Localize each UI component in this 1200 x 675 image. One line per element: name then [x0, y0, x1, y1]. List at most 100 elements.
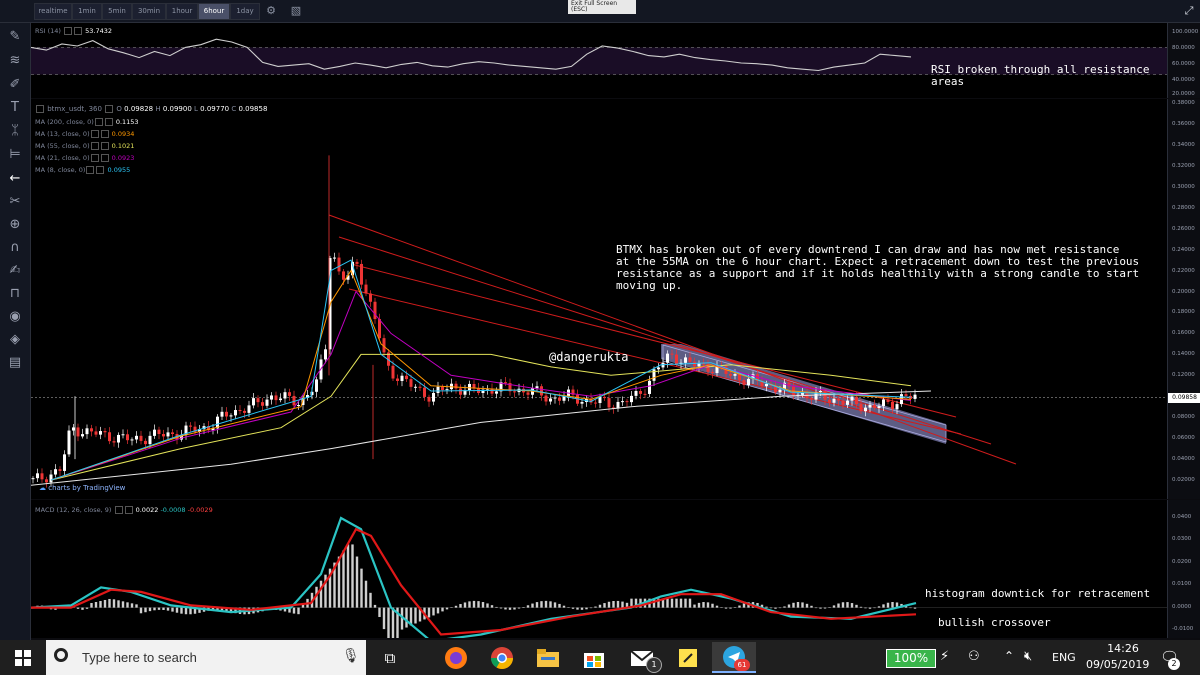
taskbar-file-explorer[interactable]	[526, 642, 570, 673]
candle-body	[40, 473, 44, 480]
file-explorer-icon	[537, 648, 559, 667]
ma-toggle-icon[interactable]	[90, 130, 110, 138]
symbol-settings-icon[interactable]	[36, 105, 44, 113]
clock-time[interactable]: 14:26	[1098, 642, 1148, 655]
candle-body	[535, 386, 539, 389]
macd-close-icon[interactable]	[124, 506, 133, 514]
candle-body	[166, 432, 170, 437]
macd-histogram-bar	[468, 601, 471, 608]
interval-5min[interactable]: 5min	[102, 3, 132, 20]
macd-settings-icon[interactable]	[114, 506, 123, 514]
clock-date[interactable]: 09/05/2019	[1086, 658, 1149, 671]
macd-histogram-bar	[117, 600, 120, 608]
brush-icon[interactable]: ✐	[6, 76, 24, 94]
candle-body	[342, 271, 345, 280]
start-button[interactable]	[0, 642, 46, 673]
text-icon[interactable]: T	[6, 99, 24, 117]
rsi-axis-label: 100.0000	[1172, 29, 1199, 35]
microphone-icon[interactable]: 🎙︎	[342, 648, 360, 664]
magnet-icon[interactable]: ✂	[6, 193, 24, 211]
taskbar-store[interactable]	[572, 642, 616, 673]
rsi-pane[interactable]: RSI (14) 53.7432 RSI broken through all …	[31, 23, 1167, 98]
gear-icon[interactable]: ⚙	[262, 2, 280, 19]
price-axis[interactable]: 0.38000 0.36000 0.34000 0.32000 0.30000 0.280…	[1167, 99, 1200, 499]
candle-body	[364, 284, 368, 294]
macd-histogram-bar	[450, 607, 453, 609]
macd-histogram-bar	[702, 602, 705, 608]
power-plug-icon[interactable]: ⚡	[940, 649, 949, 664]
lock-drawings-icon[interactable]: ✍	[6, 262, 24, 280]
macd-histogram-bar	[526, 605, 530, 608]
task-view-button[interactable]: ⧉	[368, 642, 412, 673]
macd-histogram-bar	[909, 607, 912, 609]
interval-1min[interactable]: 1min	[72, 3, 102, 20]
macd-histogram-bar	[162, 607, 165, 610]
taskbar-sticky-notes[interactable]	[666, 642, 710, 673]
search-box[interactable]: Type here to search 🎙︎	[46, 640, 366, 675]
taskbar-firefox[interactable]	[434, 642, 478, 673]
macd-histogram-bar	[805, 603, 809, 608]
interval-realtime[interactable]: realtime	[34, 3, 72, 20]
volume-muted-icon[interactable]: 🔇︎	[1024, 649, 1032, 664]
macd-histogram-bar	[90, 603, 93, 608]
price-pane[interactable]: btmx_usdt, 360 O 0.09828 H 0.09900 L 0.0…	[31, 99, 1167, 499]
macd-histogram-bar	[783, 606, 786, 608]
price-axis-label: 0.22000	[1172, 267, 1195, 274]
interval-6hour[interactable]: 6hour	[198, 3, 230, 20]
rsi-axis[interactable]: 100.0000 80.0000 60.0000 40.0000 20.0000	[1167, 23, 1200, 98]
taskbar-telegram[interactable]: 61	[712, 642, 756, 673]
pencil-icon[interactable]: ✎	[6, 28, 24, 46]
macd-histogram-bar	[495, 606, 498, 608]
macd-axis[interactable]: 0.0400 0.0300 0.0200 0.0100 0.0000 -0.01…	[1167, 500, 1200, 638]
exit-fullscreen-tooltip: Exit Full Screen (ESC)	[568, 0, 636, 14]
eye-icon[interactable]: ◉	[6, 308, 24, 326]
ma-toggle-icon[interactable]	[90, 154, 110, 162]
candle-body	[526, 392, 530, 395]
candle-body	[418, 386, 422, 388]
interval-1day[interactable]: 1day	[230, 3, 260, 20]
back-arrow-icon[interactable]: ←	[6, 170, 24, 188]
candle-body	[135, 435, 138, 440]
candle-body	[495, 391, 498, 394]
ma-label: MA (21, close, 0)	[35, 154, 90, 162]
candle-body	[139, 435, 143, 441]
macd-histogram-bar	[490, 605, 494, 608]
ma-toggle-icon[interactable]	[94, 118, 114, 126]
interval-30min[interactable]: 30min	[132, 3, 166, 20]
macd-pane[interactable]: MACD (12, 26, close, 9) 0.0022 -0.0008 -…	[31, 500, 1167, 638]
pattern-icon[interactable]: ᛯ	[6, 122, 24, 140]
ma-toggle-icon[interactable]	[85, 166, 105, 174]
macd-histogram-bar	[580, 607, 584, 610]
people-icon[interactable]: ⚇	[968, 649, 980, 664]
histogram-annotation: histogram downtick for retracement	[925, 587, 1151, 600]
symbol-eye-icon[interactable]	[105, 105, 114, 113]
taskbar-mail[interactable]: 1	[620, 642, 664, 673]
trash-icon[interactable]: ▤	[6, 354, 24, 372]
fullscreen-icon[interactable]: ⤢	[1180, 2, 1198, 19]
zoom-icon[interactable]: ⊕	[6, 216, 24, 234]
price-axis-label: 0.36000	[1172, 120, 1195, 127]
notification-badge: 2	[1168, 658, 1180, 670]
chevron-up-icon[interactable]: ⌃	[1004, 649, 1014, 663]
language-indicator[interactable]: ENG	[1052, 651, 1076, 664]
macd-histogram-bar	[463, 602, 467, 608]
layers-icon[interactable]: ◈	[6, 331, 24, 349]
candle-body	[666, 353, 669, 363]
tradingview-watermark[interactable]: ☁ charts by TradingView	[39, 484, 125, 492]
candle-body	[31, 478, 35, 480]
macd-histogram-bar	[108, 598, 111, 608]
taskbar-chrome[interactable]	[480, 642, 524, 673]
lock-icon[interactable]: ⊓	[6, 285, 24, 303]
macd-histogram-bar	[351, 544, 354, 608]
image-icon[interactable]: ▧	[287, 2, 305, 19]
fib-icon[interactable]: ≋	[6, 52, 24, 70]
battery-indicator[interactable]: 100%	[886, 649, 936, 668]
candle-body	[396, 378, 399, 381]
magnet-icon[interactable]: ∩	[6, 239, 24, 257]
ma-toggle-icon[interactable]	[90, 142, 110, 150]
ruler-icon[interactable]: ⊨	[6, 146, 24, 164]
macd-histogram-bar	[558, 603, 561, 608]
macd-histogram-bar	[819, 607, 822, 609]
interval-1hour[interactable]: 1hour	[166, 3, 198, 20]
candle-body	[360, 263, 363, 285]
